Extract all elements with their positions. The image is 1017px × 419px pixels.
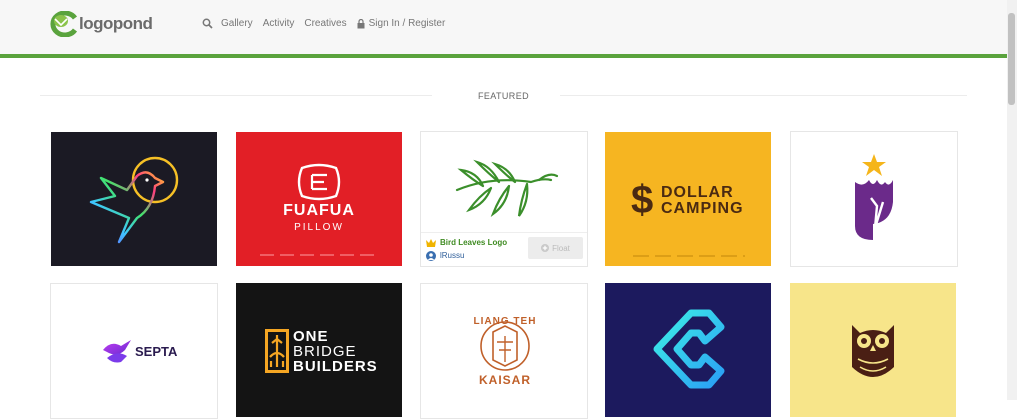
logo-card-c-monogram[interactable] [605,283,771,417]
septa-mark-icon [103,340,131,363]
designer-name[interactable]: lRussu [440,251,464,260]
logo-card-dollar-camping[interactable]: $ DOLLAR CAMPING [605,132,771,266]
star-hand-logo [855,154,893,240]
logo-card-bird-leaves[interactable]: Bird Leaves Logo lRussu Float [420,131,588,267]
user-avatar-icon [426,251,436,261]
featured-heading: FEATURED [40,91,967,103]
rainbow-bird-logo [89,156,179,244]
brand-line-2: PILLOW [294,222,344,233]
nav-creatives[interactable]: Creatives [304,18,346,29]
scrollbar-thumb[interactable] [1008,13,1015,105]
c-monogram-logo [653,309,725,389]
brand-line-3: BUILDERS [293,358,378,375]
logo[interactable]: logopond [45,11,153,37]
nav-gallery[interactable]: Gallery [221,18,253,29]
header-accent-bar [0,54,1007,58]
float-label: Float [552,243,570,253]
site-header: logopond Gallery Activity Creatives Sign… [0,0,1007,54]
logo-card-fuafua-pillow[interactable]: FUAFUA PILLOW [236,132,402,266]
nav-signin[interactable]: Sign In / Register [357,18,446,29]
divider-right [560,95,967,96]
emperor-face-icon [480,321,530,371]
logo-card-bird-gradient[interactable] [51,132,217,266]
footer-dashes [633,255,745,257]
float-button[interactable]: Float [528,237,583,259]
brand-bottom-text: KAISAR [478,373,531,387]
crown-icon [426,239,436,247]
nav-activity[interactable]: Activity [263,18,295,29]
brand-name: SEPTA [135,344,178,359]
bridge-icon [265,329,289,373]
main-nav: Gallery Activity Creatives Sign In / Reg… [202,18,455,29]
logo-card-septa[interactable]: SEPTA [50,283,218,419]
logo-card-liang-teh-kaisar[interactable]: LIANG TEH KAISAR [420,283,588,419]
bird-leaves-logo [455,159,559,217]
lock-icon [357,18,365,28]
logo-card-one-bridge-builders[interactable]: ONE BRIDGE BUILDERS [236,283,402,417]
signin-label: Sign In / Register [368,18,446,29]
featured-label: FEATURED [477,91,530,101]
logopond-logo-icon [50,11,78,37]
plus-circle-icon [541,244,550,252]
hover-info-panel: Bird Leaves Logo lRussu Float [421,232,587,266]
brand-line-1: FUAFUA [283,202,355,219]
logo-card-owl[interactable] [790,283,956,417]
logo-title[interactable]: Bird Leaves Logo [440,238,507,247]
pillow-logo-icon [260,163,378,256]
search-icon[interactable] [202,18,213,29]
page-scrollbar[interactable] [1007,0,1017,400]
logo-text: logopond [79,14,153,33]
logo-card-star-hand[interactable] [790,131,958,267]
owl-logo [852,325,894,377]
